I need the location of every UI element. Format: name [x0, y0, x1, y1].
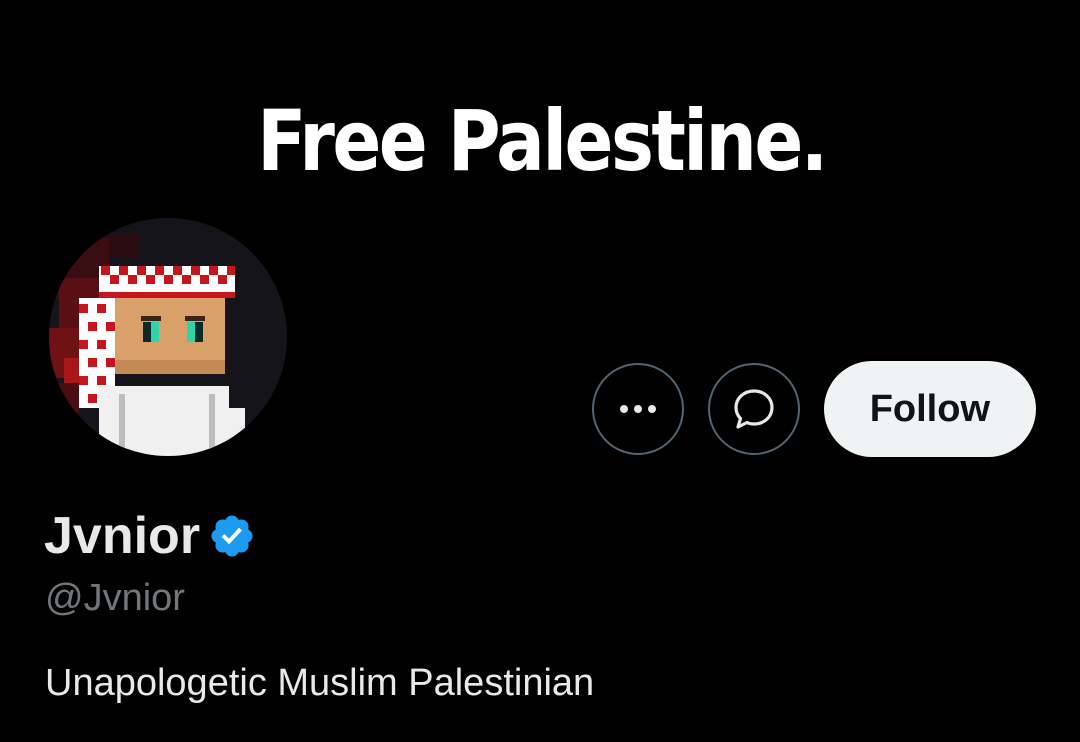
- name-row: Jvnior: [44, 500, 256, 572]
- message-button[interactable]: [707, 363, 800, 455]
- avatar[interactable]: [49, 218, 287, 456]
- banner-text: Free Palestine.: [257, 92, 828, 190]
- more-dots-icon: [619, 405, 656, 413]
- more-button[interactable]: [591, 363, 684, 455]
- pixel-keffiyeh-avatar-icon: [49, 218, 287, 456]
- message-bubble-icon: [734, 389, 774, 429]
- bio: Unapologetic Muslim Palestinian: [45, 662, 595, 704]
- follow-button[interactable]: Follow: [823, 361, 1036, 457]
- handle: @Jvnior: [45, 577, 185, 619]
- profile-actions: Follow: [591, 361, 1036, 457]
- verified-badge-icon[interactable]: [208, 512, 256, 560]
- display-name: Jvnior: [44, 507, 201, 565]
